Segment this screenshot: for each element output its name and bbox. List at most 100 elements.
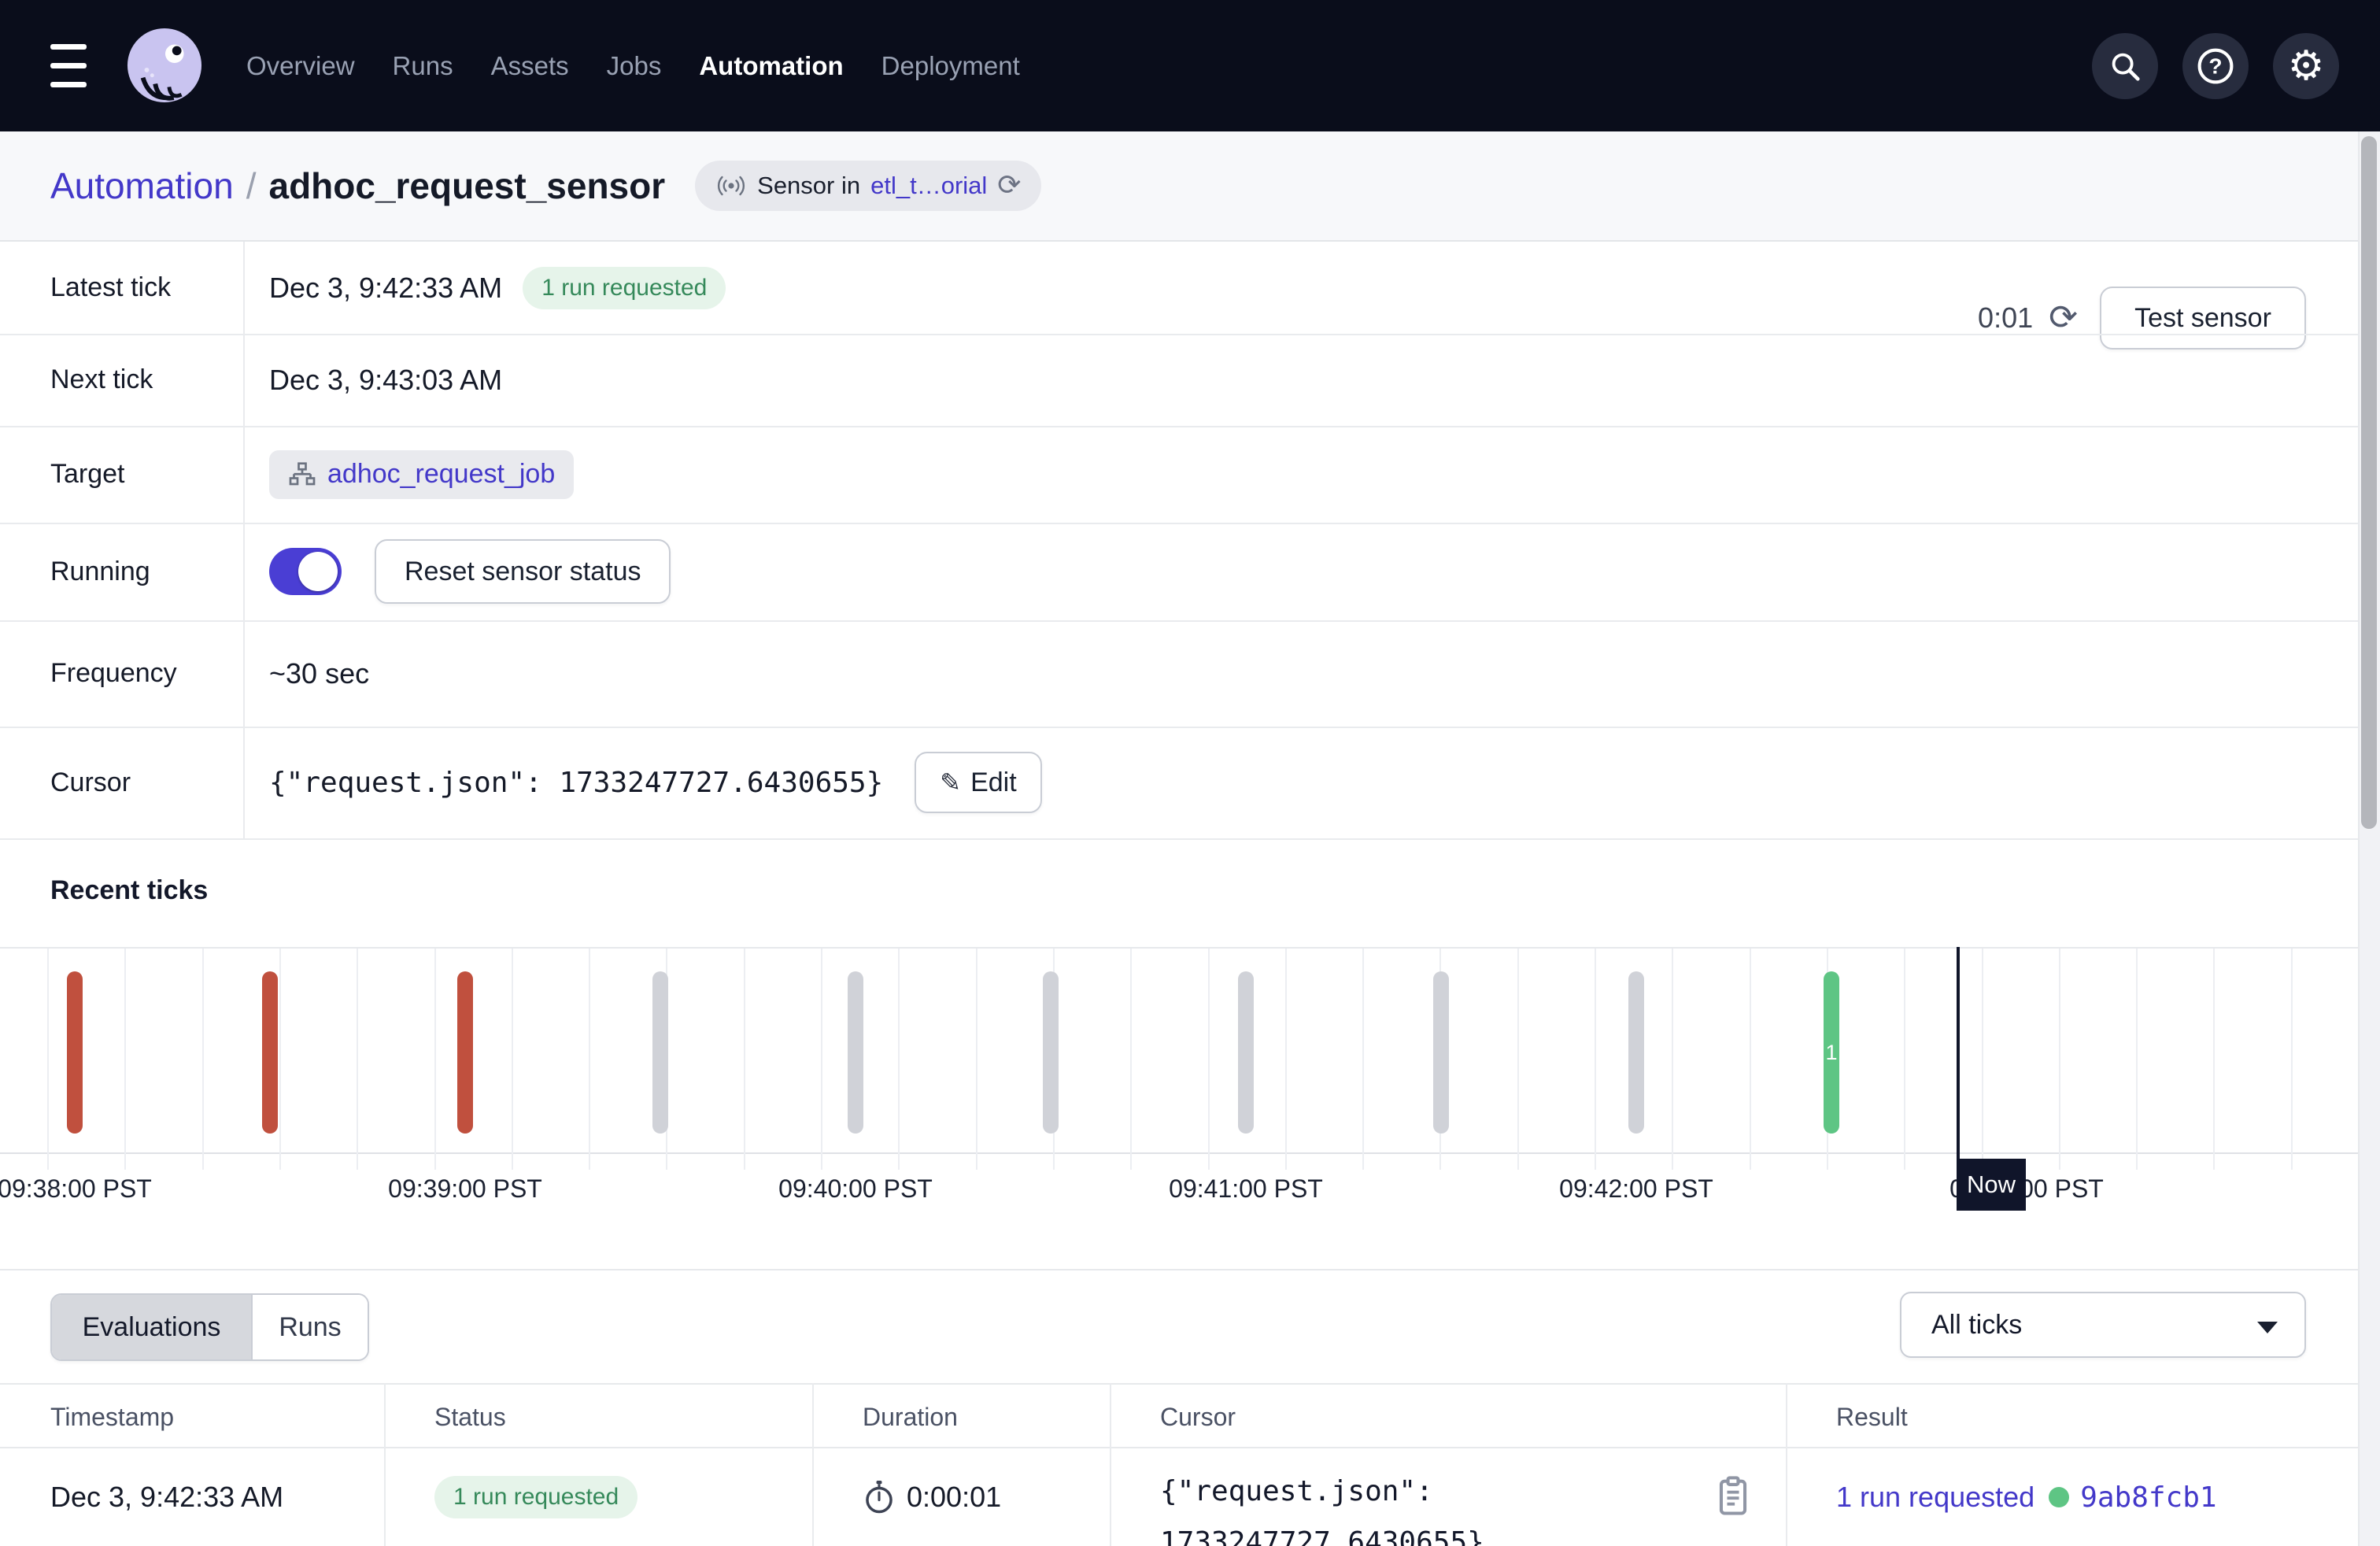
sensor-location-badge: Sensor in etl_t…orial ⟳ <box>695 161 1041 211</box>
running-label: Running <box>0 557 243 587</box>
nav-item-runs[interactable]: Runs <box>393 51 453 81</box>
nav-item-jobs[interactable]: Jobs <box>607 51 662 81</box>
gear-icon: ⚙ <box>2288 46 2325 87</box>
target-job-name: adhoc_request_job <box>327 459 555 490</box>
gridline <box>434 949 436 1170</box>
axis-tick-label: 09:38:00 PST <box>0 1174 169 1204</box>
ticks-filter-select[interactable]: All ticks <box>1900 1292 2306 1358</box>
col-cursor: Cursor <box>1160 1385 1236 1450</box>
tick-bar-skipped[interactable] <box>848 971 863 1134</box>
edit-cursor-button[interactable]: ✎ Edit <box>915 752 1041 813</box>
cursor-row: Cursor {"request.json": 1733247727.64306… <box>0 727 2380 840</box>
nav-item-automation[interactable]: Automation <box>699 51 843 81</box>
gridline <box>124 949 126 1170</box>
row-cursor: {"request.json": 1733247727.6430655} <box>1160 1466 1484 1546</box>
gridline <box>1904 949 1905 1170</box>
svg-text:?: ? <box>2208 54 2222 79</box>
gridline <box>744 949 745 1170</box>
label-column-divider <box>243 242 245 838</box>
chevron-down-icon <box>2257 1322 2278 1333</box>
column-divider <box>1786 1383 1787 1546</box>
target-label: Target <box>0 459 243 490</box>
menu-button[interactable] <box>50 44 88 87</box>
breadcrumb-automation-link[interactable]: Automation <box>50 165 234 207</box>
gridline <box>1130 949 1132 1170</box>
nav-links: Overview Runs Assets Jobs Automation Dep… <box>246 0 1020 131</box>
running-toggle[interactable] <box>269 548 342 595</box>
settings-button[interactable]: ⚙ <box>2273 33 2339 99</box>
frequency-value: ~30 sec <box>269 657 369 690</box>
axis-tick-label: 09:41:00 PST <box>1151 1174 1340 1204</box>
page-header: Automation / adhoc_request_sensor Sensor… <box>0 131 2380 242</box>
pencil-icon: ✎ <box>940 767 961 797</box>
col-timestamp: Timestamp <box>50 1385 174 1450</box>
next-tick-row: Next tick Dec 3, 9:43:03 AM <box>0 334 2380 427</box>
running-row: Running Reset sensor status <box>0 523 2380 622</box>
now-marker-line <box>1957 947 1960 1160</box>
result-runs-link[interactable]: 1 run requested <box>1836 1481 2034 1514</box>
gridline <box>1517 949 1519 1170</box>
now-marker-label: Now <box>1957 1159 2026 1211</box>
axis-tick-label: 09:42:00 PST <box>1542 1174 1731 1204</box>
nav-item-overview[interactable]: Overview <box>246 51 355 81</box>
gridline <box>2213 949 2215 1170</box>
dagster-logo-icon[interactable] <box>126 27 203 104</box>
run-id-link[interactable]: 9ab8fcb1 <box>2080 1481 2216 1514</box>
search-icon <box>2107 48 2143 84</box>
col-duration: Duration <box>863 1385 958 1450</box>
tick-bar-skipped[interactable] <box>1238 971 1254 1134</box>
gridline <box>2136 949 2138 1170</box>
gridline <box>512 949 513 1170</box>
axis-tick-label: 09:40:00 PST <box>761 1174 950 1204</box>
cursor-value: {"request.json": 1733247727.6430655} <box>269 767 883 799</box>
tick-bar-skipped[interactable] <box>652 971 668 1134</box>
top-nav: Overview Runs Assets Jobs Automation Dep… <box>0 0 2380 131</box>
tab-evaluations[interactable]: Evaluations <box>52 1295 253 1359</box>
frequency-label: Frequency <box>0 658 243 689</box>
stopwatch-icon <box>863 1479 896 1515</box>
tick-bar-failure[interactable] <box>67 971 83 1134</box>
tick-bar-failure[interactable] <box>457 971 473 1134</box>
tick-bar-success[interactable]: 1 <box>1824 971 1839 1134</box>
gridline <box>589 949 590 1170</box>
target-job-link[interactable]: adhoc_request_job <box>269 450 574 499</box>
latest-tick-row: Latest tick Dec 3, 9:42:33 AM 1 run requ… <box>0 242 2380 335</box>
section-divider <box>0 1269 2380 1270</box>
tick-bar-skipped[interactable] <box>1628 971 1644 1134</box>
tick-run-count: 1 <box>1825 1041 1837 1065</box>
latest-tick-value: Dec 3, 9:42:33 AM <box>269 272 502 305</box>
column-divider <box>812 1383 814 1546</box>
gridline <box>1595 949 1596 1170</box>
code-location-link[interactable]: etl_t…orial <box>870 172 987 200</box>
nav-item-deployment[interactable]: Deployment <box>881 51 1020 81</box>
axis-tick-label: 09:39:00 PST <box>371 1174 560 1204</box>
evaluations-table-header: Timestamp Status Duration Cursor Result <box>0 1383 2380 1448</box>
row-timestamp: Dec 3, 9:42:33 AM <box>50 1466 283 1529</box>
gridline <box>47 949 49 1170</box>
breadcrumb-separator: / <box>246 165 257 207</box>
tab-runs[interactable]: Runs <box>253 1295 368 1359</box>
cursor-label: Cursor <box>0 767 243 798</box>
gridline <box>1982 949 1983 1170</box>
search-button[interactable] <box>2092 33 2158 99</box>
gridline <box>1362 949 1364 1170</box>
help-icon: ? <box>2195 46 2236 87</box>
tick-history-chart: 1 <box>0 947 2380 1170</box>
ticks-filter-value: All ticks <box>1931 1310 2022 1341</box>
col-result: Result <box>1836 1385 1908 1450</box>
reset-sensor-status-button[interactable]: Reset sensor status <box>375 539 671 604</box>
evaluations-runs-tabs: Evaluations Runs <box>50 1293 369 1361</box>
next-tick-label: Next tick <box>0 364 243 395</box>
nav-item-assets[interactable]: Assets <box>491 51 569 81</box>
tick-bar-skipped[interactable] <box>1043 971 1059 1134</box>
scrollbar-thumb[interactable] <box>2361 136 2377 829</box>
tick-bar-failure[interactable] <box>262 971 278 1134</box>
tick-bar-skipped[interactable] <box>1433 971 1449 1134</box>
copy-cursor-icon[interactable] <box>1713 1474 1754 1519</box>
sensor-badge-prefix: Sensor in <box>757 172 860 200</box>
help-button[interactable]: ? <box>2182 33 2249 99</box>
column-divider <box>1110 1383 1111 1546</box>
gridline <box>976 949 978 1170</box>
col-status: Status <box>434 1385 506 1450</box>
reload-location-icon[interactable]: ⟳ <box>997 172 1021 200</box>
